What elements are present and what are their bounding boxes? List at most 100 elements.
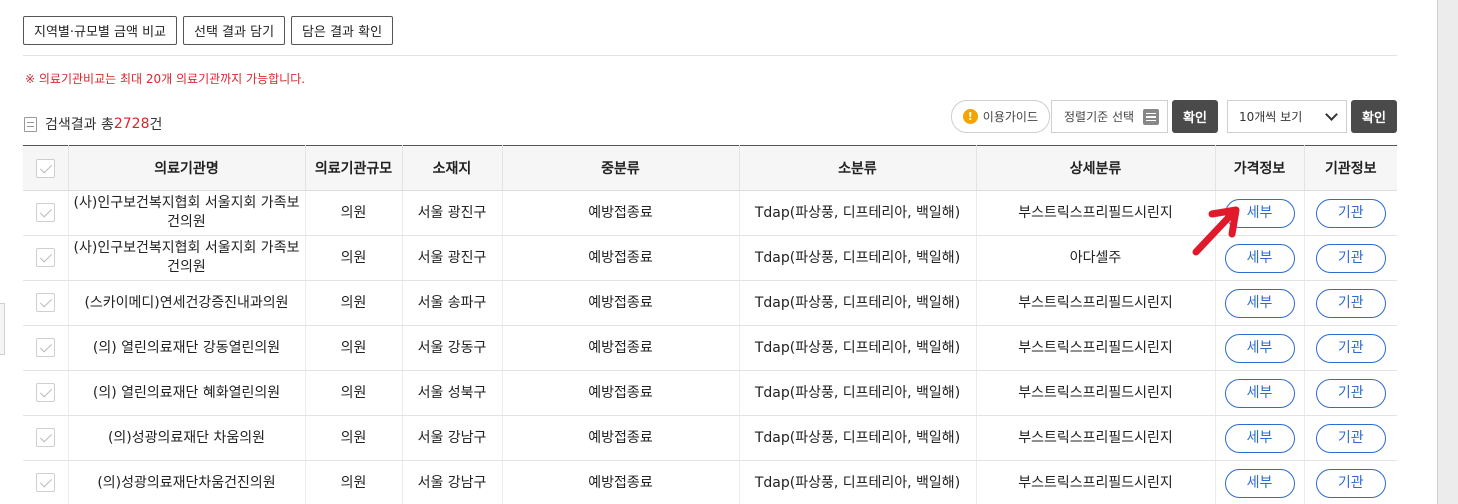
price-detail-button[interactable]: 세부 [1224, 333, 1295, 363]
row-select[interactable] [23, 370, 68, 416]
row-select[interactable] [23, 190, 68, 236]
org-info-button[interactable]: 기관 [1315, 243, 1386, 273]
chevron-down-icon [1325, 107, 1338, 121]
user-guide-button[interactable]: ! 이용가이드 [950, 100, 1050, 133]
cell-name: (사)인구보건복지협회 서울지회 가족보건의원 [67, 190, 305, 236]
side-panel-handle[interactable] [0, 303, 5, 355]
cell-detail-category: 부스트릭스프리필드시린지 [975, 460, 1215, 504]
cell-scale: 의원 [304, 325, 402, 371]
cell-location: 서울 강남구 [401, 415, 502, 461]
cell-mid-category: 예방접종료 [501, 235, 739, 281]
org-info-button[interactable]: 기관 [1315, 468, 1386, 498]
cell-sub-category: Tdap(파상풍, 디프테리아, 백일해) [738, 415, 976, 461]
list-icon [1143, 108, 1159, 125]
cell-scale: 의원 [304, 190, 402, 236]
sort-confirm-button[interactable]: 확인 [1172, 100, 1218, 133]
cell-detail-category: 부스트릭스프리필드시린지 [975, 190, 1215, 236]
price-detail-button[interactable]: 세부 [1224, 423, 1295, 453]
info-icon: ! [962, 109, 978, 124]
result-count-number: 2728 [113, 116, 150, 132]
add-selection-button[interactable]: 선택 결과 담기 [183, 16, 286, 45]
price-detail-button[interactable]: 세부 [1224, 468, 1295, 498]
org-info-button[interactable]: 기관 [1315, 198, 1386, 228]
results-table: 의료기관명 의료기관규모 소재지 중분류 소분류 상세분류 가격정보 기관정보 … [23, 145, 1397, 504]
compare-limit-notice: ※ 의료기관비교는 최대 20개 의료기관까지 가능합니다. [25, 72, 306, 86]
row-select[interactable] [23, 415, 68, 461]
sort-select[interactable]: 정렬기준 선택 [1051, 100, 1168, 133]
result-prefix: 검색결과 총 [45, 117, 114, 133]
cell-scale: 의원 [304, 415, 402, 461]
header-detail-category: 상세분류 [975, 145, 1215, 191]
cell-detail-category: 부스트릭스프리필드시린지 [975, 280, 1215, 326]
view-saved-button[interactable]: 담은 결과 확인 [291, 16, 394, 45]
cell-sub-category: Tdap(파상풍, 디프테리아, 백일해) [738, 280, 976, 326]
org-info-button[interactable]: 기관 [1315, 423, 1386, 453]
cell-mid-category: 예방접종료 [501, 415, 739, 461]
row-select[interactable] [23, 235, 68, 281]
per-page-confirm-button[interactable]: 확인 [1351, 100, 1397, 133]
cell-location: 서울 성북구 [401, 370, 502, 416]
page-scrollbar[interactable] [1437, 0, 1458, 504]
select-all-checkbox[interactable] [35, 158, 55, 178]
row-select[interactable] [23, 325, 68, 371]
divider [23, 55, 1397, 56]
cell-sub-category: Tdap(파상풍, 디프테리아, 백일해) [738, 370, 976, 416]
row-checkbox[interactable] [35, 383, 55, 403]
cell-location: 서울 광진구 [401, 235, 502, 281]
cell-mid-category: 예방접종료 [501, 460, 739, 504]
sort-label: 정렬기준 선택 [1064, 110, 1135, 124]
org-info-button[interactable]: 기관 [1315, 333, 1386, 363]
cell-org-info: 기관 [1303, 325, 1397, 371]
org-info-button[interactable]: 기관 [1315, 288, 1386, 318]
row-checkbox[interactable] [35, 293, 55, 313]
table-header-row: 의료기관명 의료기관규모 소재지 중분류 소분류 상세분류 가격정보 기관정보 [23, 145, 1397, 191]
header-location: 소재지 [401, 145, 502, 191]
table-row: (의) 열린의료재단 혜화열린의원 의원 서울 성북구 예방접종료 Tdap(파상풍, … [23, 370, 1397, 416]
per-page-select[interactable]: 10개씩 보기 [1227, 100, 1347, 133]
cell-org-info: 기관 [1303, 415, 1397, 461]
cell-sub-category: Tdap(파상풍, 디프테리아, 백일해) [738, 460, 976, 504]
price-detail-button[interactable]: 세부 [1224, 198, 1295, 228]
cell-location: 서울 송파구 [401, 280, 502, 326]
cell-mid-category: 예방접종료 [501, 325, 739, 371]
table-row: (의) 열린의료재단 강동열린의원 의원 서울 강동구 예방접종료 Tdap(파상풍, … [23, 325, 1397, 371]
cell-sub-category: Tdap(파상풍, 디프테리아, 백일해) [738, 235, 976, 281]
org-info-button[interactable]: 기관 [1315, 378, 1386, 408]
price-detail-button[interactable]: 세부 [1224, 378, 1295, 408]
table-row: (의)성광의료재단 차움의원 의원 서울 강남구 예방접종료 Tdap(파상풍, 디프테… [23, 415, 1397, 461]
cell-scale: 의원 [304, 370, 402, 416]
cell-mid-category: 예방접종료 [501, 190, 739, 236]
cell-scale: 의원 [304, 280, 402, 326]
cell-name: (의) 열린의료재단 혜화열린의원 [67, 370, 305, 416]
cell-mid-category: 예방접종료 [501, 280, 739, 326]
cell-price-info: 세부 [1214, 190, 1304, 236]
cell-location: 서울 강동구 [401, 325, 502, 371]
header-price-info: 가격정보 [1214, 145, 1304, 191]
compare-toolbar: 지역별·규모별 금액 비교 선택 결과 담기 담은 결과 확인 [23, 16, 394, 45]
cell-sub-category: Tdap(파상풍, 디프테리아, 백일해) [738, 190, 976, 236]
cell-location: 서울 광진구 [401, 190, 502, 236]
cell-org-info: 기관 [1303, 280, 1397, 326]
price-detail-button[interactable]: 세부 [1224, 243, 1295, 273]
row-checkbox[interactable] [35, 203, 55, 223]
cell-name: (사)인구보건복지협회 서울지회 가족보건의원 [67, 235, 305, 281]
table-row: (사)인구보건복지협회 서울지회 가족보건의원 의원 서울 광진구 예방접종료 Tdap… [23, 190, 1397, 236]
row-select[interactable] [23, 460, 68, 504]
header-select-all[interactable] [23, 145, 68, 191]
price-detail-button[interactable]: 세부 [1224, 288, 1295, 318]
compare-by-region-button[interactable]: 지역별·규모별 금액 비교 [23, 16, 177, 45]
cell-name: (의)성광의료재단차움건진의원 [67, 460, 305, 504]
cell-mid-category: 예방접종료 [501, 370, 739, 416]
cell-detail-category: 부스트릭스프리필드시린지 [975, 415, 1215, 461]
row-checkbox[interactable] [35, 428, 55, 448]
result-suffix: 건 [149, 117, 163, 133]
row-checkbox[interactable] [35, 338, 55, 358]
row-checkbox[interactable] [35, 473, 55, 493]
header-mid-category: 중분류 [501, 145, 739, 191]
cell-detail-category: 아다셀주 [975, 235, 1215, 281]
row-checkbox[interactable] [35, 248, 55, 268]
cell-org-info: 기관 [1303, 370, 1397, 416]
row-select[interactable] [23, 280, 68, 326]
cell-detail-category: 부스트릭스프리필드시린지 [975, 325, 1215, 371]
cell-name: (의) 열린의료재단 강동열린의원 [67, 325, 305, 371]
